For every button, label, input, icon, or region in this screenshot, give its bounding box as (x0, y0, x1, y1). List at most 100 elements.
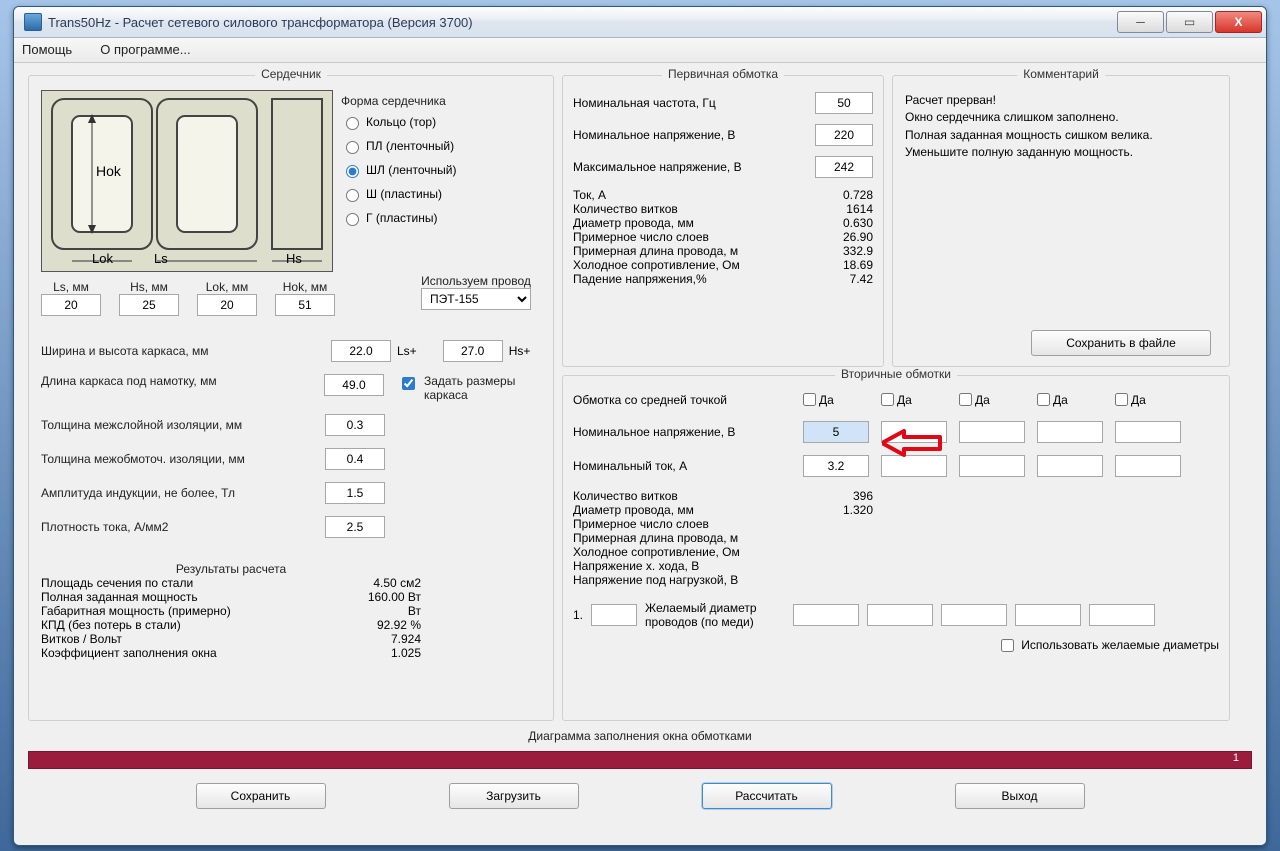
p-wlen-v: 332.9 (843, 244, 873, 258)
res-steel-v: 4.50 см2 (373, 576, 421, 590)
p-layers-l: Примерное число слоев (573, 230, 709, 244)
menu-about[interactable]: О программе... (100, 42, 190, 58)
sec-turns-l: Количество витков (573, 489, 678, 503)
results-legend: Результаты расчета (41, 562, 421, 576)
wish-input-3[interactable] (941, 604, 1007, 626)
wire-label: Используем провод (421, 274, 531, 288)
sec-dwire-v: 1.320 (843, 503, 873, 517)
hs-input[interactable] (119, 294, 179, 316)
p-freq-l: Номинальная частота, Гц (573, 96, 716, 110)
sec-da-4[interactable] (1037, 393, 1050, 406)
sec-da-5[interactable] (1115, 393, 1128, 406)
wish-input-0[interactable] (591, 604, 637, 626)
wish-input-5[interactable] (1089, 604, 1155, 626)
exit-button[interactable]: Выход (955, 783, 1085, 809)
close-button[interactable]: X (1215, 11, 1262, 33)
res-fill-l: Коэффициент заполнения окна (41, 646, 217, 660)
diagram-ls-label: Ls (154, 251, 168, 266)
hsplus-label: Hs+ (509, 344, 531, 358)
minimize-button[interactable]: ─ (1117, 11, 1164, 33)
res-tpv-v: 7.924 (391, 632, 421, 646)
sec-inom-1[interactable] (803, 455, 869, 477)
sec-inom-4[interactable] (1037, 455, 1103, 477)
hok-input[interactable] (275, 294, 335, 316)
radio-shl[interactable] (346, 165, 359, 178)
sec-vnom-5[interactable] (1115, 421, 1181, 443)
radio-ring[interactable] (346, 117, 359, 130)
sec-vnom-1[interactable] (803, 421, 869, 443)
diagram-lok-label: Lok (92, 251, 113, 266)
p-vnom-input[interactable] (815, 124, 873, 146)
use-wish-check[interactable] (1001, 639, 1014, 652)
sec-vnom-4[interactable] (1037, 421, 1103, 443)
p-turns-l: Количество витков (573, 202, 678, 216)
secondary-groupbox: Вторичные обмотки Обмотка со средней точ… (562, 375, 1230, 721)
p-vnom-l: Номинальное напряжение, В (573, 128, 735, 142)
sec-rcold-l: Холодное сопротивление, Ом (573, 545, 740, 559)
bmax-label: Амплитуда индукции, не более, Тл (41, 486, 325, 500)
p-vdrop-l: Падение напряжения,% (573, 272, 707, 286)
sec-da-3[interactable] (959, 393, 972, 406)
frame-w-input[interactable] (331, 340, 391, 362)
sec-inom-l: Номинальный ток, А (573, 459, 791, 473)
diagram-hs-label: Hs (286, 251, 302, 266)
radio-ring-label: Кольцо (тор) (366, 115, 436, 129)
lok-input[interactable] (197, 294, 257, 316)
frame-len-label: Длина каркаса под намотку, мм (41, 374, 318, 388)
p-rcold-l: Холодное сопротивление, Ом (573, 258, 740, 272)
res-gabar-l: Габаритная мощность (примерно) (41, 604, 231, 618)
comment-line-3: Уменьшите полную заданную мощность. (905, 144, 1217, 161)
maximize-button[interactable]: ▭ (1166, 11, 1213, 33)
sec-vload-l: Напряжение под нагрузкой, В (573, 573, 738, 587)
frame-h-input[interactable] (443, 340, 503, 362)
lsplus-label: Ls+ (397, 344, 417, 358)
sec-inom-3[interactable] (959, 455, 1025, 477)
menu-help[interactable]: Помощь (22, 42, 72, 58)
save-comment-button[interactable]: Сохранить в файле (1031, 330, 1211, 356)
save-button[interactable]: Сохранить (196, 783, 326, 809)
p-freq-input[interactable] (815, 92, 873, 114)
manual-frame-check[interactable] (402, 377, 415, 390)
res-gabar-v: Вт (408, 604, 421, 618)
wish-input-4[interactable] (1015, 604, 1081, 626)
radio-g[interactable] (346, 213, 359, 226)
comment-line-0: Расчет прерван! (905, 92, 1217, 109)
interwind-label: Толщина межобмоточ. изоляции, мм (41, 452, 325, 466)
p-dwire-l: Диаметр провода, мм (573, 216, 694, 230)
fill-diagram-label: Диаграмма заполнения окна обмотками (14, 729, 1266, 743)
radio-pl[interactable] (346, 141, 359, 154)
app-icon (24, 13, 42, 31)
p-vmax-input[interactable] (815, 156, 873, 178)
interwind-input[interactable] (325, 448, 385, 470)
wish-input-1[interactable] (793, 604, 859, 626)
sec-vnom-l: Номинальное напряжение, В (573, 425, 791, 439)
wish-input-2[interactable] (867, 604, 933, 626)
core-svg (42, 91, 332, 271)
calc-button[interactable]: Рассчитать (702, 783, 832, 809)
sec-layers-l: Примерное число слоев (573, 517, 709, 531)
sec-da-1[interactable] (803, 393, 816, 406)
hs-label: Hs, мм (119, 280, 179, 294)
sec-vnom-3[interactable] (959, 421, 1025, 443)
radio-sh[interactable] (346, 189, 359, 202)
core-diagram: Hok Lok Ls Hs (41, 90, 333, 272)
sec-wlen-l: Примерная длина провода, м (573, 531, 738, 545)
load-button[interactable]: Загрузить (449, 783, 579, 809)
content-area: Сердечник (14, 63, 1266, 87)
bmax-input[interactable] (325, 482, 385, 504)
comment-legend: Комментарий (1017, 67, 1105, 81)
jdens-input[interactable] (325, 516, 385, 538)
sec-da-2[interactable] (881, 393, 894, 406)
core-form-label: Форма сердечника (341, 94, 456, 108)
sec-inom-2[interactable] (881, 455, 947, 477)
interlayer-input[interactable] (325, 414, 385, 436)
secondary-legend: Вторичные обмотки (835, 367, 957, 381)
frame-len-input[interactable] (324, 374, 384, 396)
res-steel-l: Площадь сечения по стали (41, 576, 193, 590)
radio-g-label: Г (пластины) (366, 211, 437, 225)
frame-wh-label: Ширина и высота каркаса, мм (41, 344, 325, 358)
wire-select[interactable]: ПЭТ-155 (421, 288, 531, 310)
ls-input[interactable] (41, 294, 101, 316)
sec-vopen-l: Напряжение х. хода, В (573, 559, 699, 573)
sec-inom-5[interactable] (1115, 455, 1181, 477)
